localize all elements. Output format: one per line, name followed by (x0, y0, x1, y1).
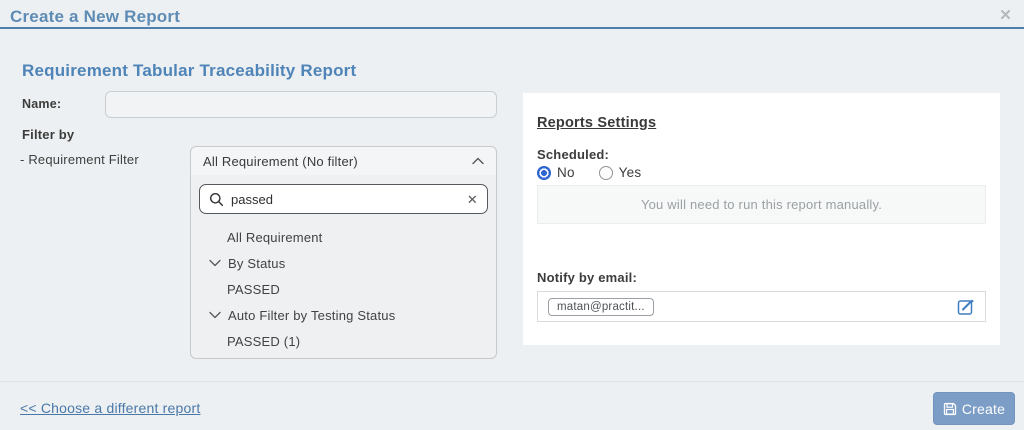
requirement-filter-select[interactable]: All Requirement (No filter) (190, 146, 497, 176)
filter-option-passed-1[interactable]: PASSED (1) (199, 328, 488, 354)
radio-yes-label: Yes (618, 165, 642, 180)
filter-search-input[interactable] (231, 191, 460, 207)
clear-search-icon[interactable]: ✕ (467, 193, 478, 206)
requirement-filter-label: - Requirement Filter (20, 152, 139, 167)
filter-group-auto-filter[interactable]: Auto Filter by Testing Status (199, 302, 488, 328)
notify-email-box[interactable]: matan@practit... (537, 291, 986, 322)
filter-by-label: Filter by (22, 127, 75, 142)
create-button-label: Create (961, 400, 1006, 417)
radio-no-label: No (557, 165, 575, 180)
manual-run-note: You will need to run this report manuall… (537, 185, 986, 224)
scheduled-radio-group: No Yes (537, 165, 986, 180)
notify-by-email-label: Notify by email: (537, 270, 637, 285)
scheduled-label: Scheduled: (537, 147, 610, 162)
search-icon (209, 192, 224, 207)
save-icon (943, 402, 957, 416)
filter-group-by-status[interactable]: By Status (199, 250, 488, 276)
reports-settings-panel: Reports Settings Scheduled: No Yes You w… (523, 93, 1000, 345)
email-chip[interactable]: matan@practit... (548, 297, 654, 316)
filter-option-list: All Requirement By Status PASSED Auto Fi… (199, 224, 488, 354)
selected-filter-value: All Requirement (No filter) (203, 153, 358, 169)
settings-heading: Reports Settings (537, 115, 657, 131)
edit-email-icon[interactable] (957, 298, 975, 316)
modal-header: Create a New Report ✕ (0, 0, 1024, 29)
filter-option-passed[interactable]: PASSED (199, 276, 488, 302)
radio-yes[interactable] (598, 165, 613, 180)
close-icon[interactable]: ✕ (999, 6, 1012, 24)
radio-no[interactable] (537, 165, 551, 180)
chevron-up-icon (472, 157, 484, 165)
filter-search-box: ✕ (199, 184, 488, 214)
modal-footer: << Choose a different report Create (0, 381, 1024, 430)
report-type-title: Requirement Tabular Traceability Report (22, 61, 357, 80)
modal-title: Create a New Report (10, 7, 181, 26)
choose-different-report-link[interactable]: << Choose a different report (20, 400, 200, 416)
report-name-input[interactable] (105, 91, 497, 118)
chevron-down-icon (209, 259, 221, 267)
name-label: Name: (22, 97, 62, 111)
chevron-down-icon (209, 311, 221, 319)
filter-option-all-requirement[interactable]: All Requirement (199, 224, 488, 250)
create-button[interactable]: Create (933, 392, 1015, 425)
filter-dropdown-panel: ✕ All Requirement By Status PASSED Auto … (190, 175, 497, 359)
